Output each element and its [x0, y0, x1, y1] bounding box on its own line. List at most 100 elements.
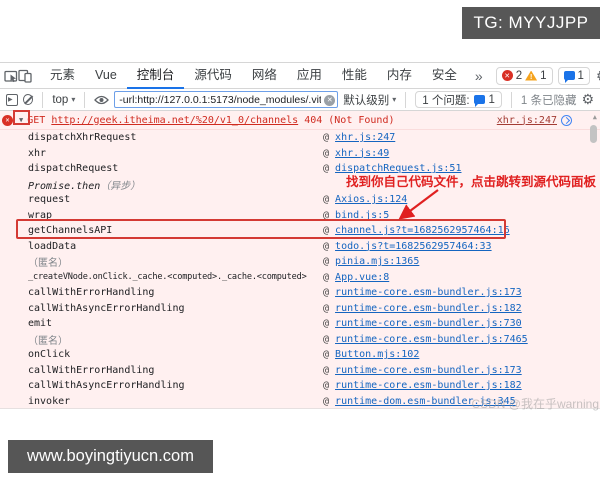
- annotation-box-expand-arrow: [13, 110, 30, 125]
- stack-frame-row: callWithErrorHandling@ runtime-core.esm-…: [0, 363, 600, 379]
- request-url-link[interactable]: http://geek.itheima.net/%20/v1_0/channel…: [51, 115, 298, 126]
- stack-frame-row: xhr@ xhr.js:49: [0, 146, 600, 162]
- clear-console-icon[interactable]: [23, 94, 33, 105]
- stack-frame-function: request: [28, 194, 323, 205]
- device-toolbar-icon[interactable]: [18, 64, 32, 88]
- annotation-box-getchannels-row: [16, 219, 506, 239]
- stack-frame-function: onClick: [28, 349, 323, 360]
- log-levels-selector[interactable]: 默认级别 ▾: [343, 92, 396, 108]
- issues-bubble-icon: [474, 95, 485, 104]
- stack-frame-row: dispatchXhrRequest@ xhr.js:247: [0, 130, 600, 146]
- live-expression-eye-icon[interactable]: [94, 95, 109, 105]
- stack-frame-suffix: （异步）: [100, 181, 140, 192]
- clear-filter-icon[interactable]: ✕: [324, 95, 335, 106]
- source-file-link[interactable]: Button.mjs:102: [335, 349, 419, 360]
- stack-frame-location: @ App.vue:8: [323, 272, 600, 283]
- log-levels-label: 默认级别: [343, 92, 389, 108]
- tab-sources[interactable]: 源代码: [184, 63, 242, 89]
- tab-memory[interactable]: 内存: [377, 63, 422, 89]
- source-file-link[interactable]: Axios.js:124: [335, 194, 407, 205]
- scrollbar-thumb[interactable]: [590, 125, 597, 143]
- source-file-link[interactable]: runtime-core.esm-bundler.js:173: [335, 365, 522, 376]
- divider: [42, 92, 43, 108]
- stack-frame-function: callWithAsyncErrorHandling: [28, 303, 323, 314]
- source-file-link[interactable]: xhr.js:49: [335, 148, 389, 159]
- chevron-down-icon: ▾: [71, 95, 75, 104]
- stack-frame-row: _createVNode.onClick._cache.<computed>._…: [0, 270, 600, 286]
- error-warning-badge[interactable]: ✕ 2 ! 1: [496, 67, 553, 85]
- stack-frame-function: callWithErrorHandling: [28, 365, 323, 376]
- divider: [84, 92, 85, 108]
- error-icon: ✕: [502, 70, 513, 81]
- issues-counter[interactable]: 1 个问题: 1: [415, 91, 502, 108]
- issues-count: 1: [578, 70, 584, 82]
- stack-frame-row: （匿名）@ runtime-core.esm-bundler.js:7465: [0, 332, 600, 348]
- tab-vue[interactable]: Vue: [85, 63, 127, 89]
- play-glyph: ▶: [8, 96, 13, 103]
- source-file-link[interactable]: xhr.js:247: [335, 132, 395, 143]
- stack-frame-row: onClick@ Button.mjs:102: [0, 347, 600, 363]
- warning-icon: !: [525, 71, 537, 81]
- stack-frame-location: @ runtime-core.esm-bundler.js:7465: [323, 334, 600, 345]
- settings-gear-icon[interactable]: ⚙: [596, 64, 600, 88]
- stack-frame-location: @ runtime-core.esm-bundler.js:730: [323, 318, 600, 329]
- tab-network[interactable]: 网络: [242, 63, 287, 89]
- stack-frame-row: （匿名）@ pinia.mjs:1365: [0, 254, 600, 270]
- console-filter-input-wrap: ✕: [114, 91, 338, 108]
- telegram-watermark: TG: MYYJJPP: [462, 7, 600, 39]
- stack-frame-location: @ runtime-core.esm-bundler.js:173: [323, 365, 600, 376]
- source-file-link[interactable]: runtime-core.esm-bundler.js:173: [335, 287, 522, 298]
- stack-frame-location: @ Button.mjs:102: [323, 349, 600, 360]
- console-error-message: ✕ ▼ GET http://geek.itheima.net/%20/v1_0…: [0, 111, 600, 130]
- gear-glyph: ⚙: [581, 91, 594, 107]
- divider: [405, 92, 406, 108]
- stack-frame-location: @ runtime-core.esm-bundler.js:182: [323, 380, 600, 391]
- site-watermark-text: www.boyingtiyucn.com: [27, 447, 194, 466]
- issues-label: 1 个问题:: [422, 92, 469, 108]
- stack-frame-function: （匿名）: [28, 254, 323, 269]
- stack-frame-row: callWithAsyncErrorHandling@ runtime-core…: [0, 301, 600, 317]
- source-file-link[interactable]: runtime-core.esm-bundler.js:730: [335, 318, 522, 329]
- console-filter-input[interactable]: [115, 92, 337, 107]
- tab-security[interactable]: 安全: [422, 63, 467, 89]
- scrollbar-up-icon[interactable]: ▲: [593, 113, 597, 121]
- stack-frame-function: dispatchXhrRequest: [28, 132, 323, 143]
- error-source-link[interactable]: xhr.js:247: [497, 115, 557, 126]
- screenshot-page: TG: MYYJJPP 元素 Vue 控制台 源代码 网络: [0, 0, 600, 480]
- source-file-link[interactable]: runtime-core.esm-bundler.js:182: [335, 380, 522, 391]
- inspect-element-icon[interactable]: [4, 64, 18, 88]
- source-file-link[interactable]: pinia.mjs:1365: [335, 256, 419, 267]
- source-file-link[interactable]: App.vue:8: [335, 272, 389, 283]
- stack-frame-row: emit@ runtime-core.esm-bundler.js:730: [0, 316, 600, 332]
- error-source: xhr.js:247: [497, 115, 600, 126]
- network-request-icon[interactable]: [561, 115, 572, 126]
- stack-frame-function: emit: [28, 318, 323, 329]
- stack-frame-function: Promise.then（异步）: [28, 177, 323, 192]
- source-file-link[interactable]: runtime-core.esm-bundler.js:182: [335, 303, 522, 314]
- stack-frame-location: @ xhr.js:247: [323, 132, 600, 143]
- stack-frame-row: request@ Axios.js:124: [0, 192, 600, 208]
- error-count: 2: [516, 70, 522, 82]
- error-status: 404 (Not Found): [304, 115, 394, 126]
- source-file-link[interactable]: runtime-core.esm-bundler.js:7465: [335, 334, 528, 345]
- tab-console[interactable]: 控制台: [127, 63, 185, 89]
- stack-frame-function: （匿名）: [28, 332, 323, 347]
- issues-count: 1: [489, 94, 495, 106]
- gear-glyph: ⚙: [596, 67, 600, 85]
- stack-frame-row: loadData@ todo.js?t=1682562957464:33: [0, 239, 600, 255]
- source-file-link[interactable]: todo.js?t=1682562957464:33: [335, 241, 492, 252]
- tab-performance[interactable]: 性能: [332, 63, 377, 89]
- hidden-messages-note: 1 条已隐藏: [521, 92, 577, 108]
- error-text: GET http://geek.itheima.net/%20/v1_0/cha…: [27, 115, 394, 126]
- issues-badge[interactable]: 1: [558, 67, 590, 85]
- more-tabs-icon[interactable]: »: [467, 68, 491, 84]
- issues-bubble-icon: [564, 71, 575, 80]
- console-settings-gear-icon[interactable]: ⚙: [581, 91, 594, 108]
- chevron-down-icon: ▾: [392, 95, 396, 104]
- context-selector[interactable]: top ▾: [52, 94, 75, 106]
- tab-application[interactable]: 应用: [287, 63, 332, 89]
- tab-elements[interactable]: 元素: [40, 63, 85, 89]
- annotation-text: 找到你自己代码文件，点击跳转到源代码面板: [346, 171, 596, 190]
- stack-frame-row: callWithAsyncErrorHandling@ runtime-core…: [0, 378, 600, 394]
- console-sidebar-icon[interactable]: ▶: [6, 94, 18, 106]
